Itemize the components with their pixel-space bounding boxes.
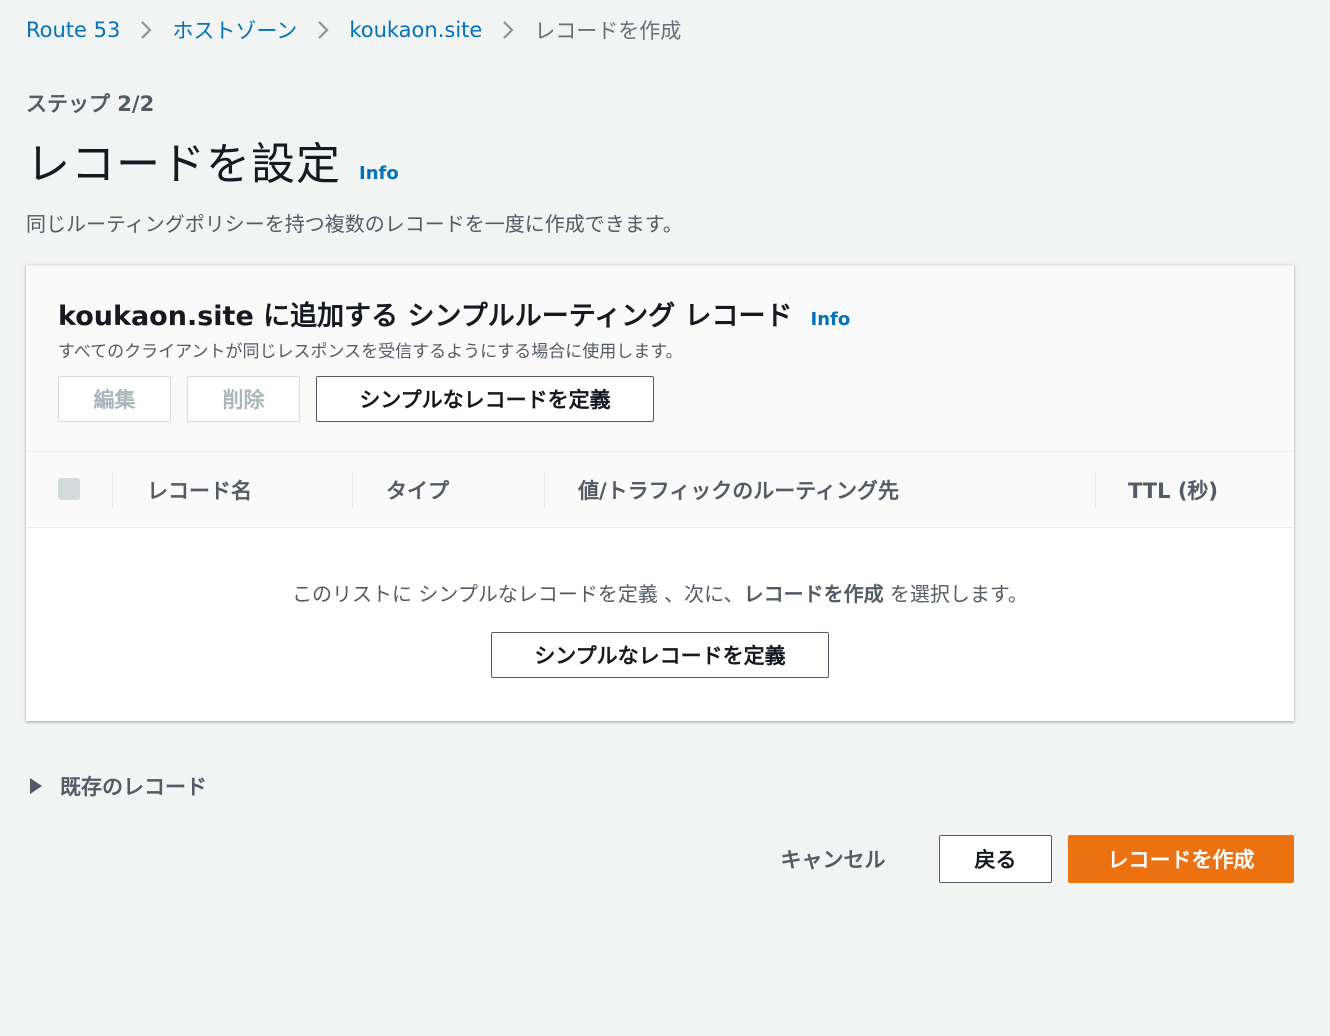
page-title: レコードを設定	[26, 139, 341, 190]
records-panel-header: koukaon.site に追加する シンプルルーティング レコード Info …	[26, 266, 1294, 451]
records-table-header: レコード名 タイプ 値/トラフィックのルーティング先 TTL (秒)	[26, 451, 1294, 528]
existing-records-label: 既存のレコード	[60, 775, 207, 799]
chevron-right-icon	[482, 14, 534, 46]
breadcrumb-route53[interactable]: Route 53	[26, 18, 120, 42]
define-simple-record-empty-button[interactable]: シンプルなレコードを定義	[491, 632, 829, 678]
page-title-row: レコードを設定 Info	[26, 128, 399, 192]
breadcrumb-current: レコードを作成	[534, 19, 682, 43]
delete-button[interactable]: 削除	[187, 376, 300, 422]
column-ttl[interactable]: TTL (秒)	[1128, 452, 1218, 527]
records-panel-description: すべてのクライアントが同じレスポンスを受信するようにする場合に使用します。	[58, 342, 683, 362]
step-indicator: ステップ 2/2	[26, 92, 155, 116]
create-record-page: Route 53 ホストゾーン koukaon.site レコードを作成 ステッ…	[0, 0, 1330, 1036]
chevron-right-icon	[297, 14, 349, 46]
records-panel-title-row: koukaon.site に追加する シンプルルーティング レコード Info	[58, 294, 850, 333]
caret-right-icon	[30, 778, 42, 794]
empty-state-suffix: を選択します。	[883, 582, 1028, 606]
page-info-link[interactable]: Info	[359, 163, 399, 184]
page-description: 同じルーティングポリシーを持つ複数のレコードを一度に作成できます。	[26, 212, 683, 236]
column-value[interactable]: 値/トラフィックのルーティング先	[578, 452, 899, 527]
cancel-button[interactable]: キャンセル	[760, 835, 906, 883]
column-divider	[112, 471, 113, 508]
back-button[interactable]: 戻る	[939, 835, 1052, 883]
chevron-right-icon	[120, 14, 172, 46]
breadcrumb-zone[interactable]: koukaon.site	[349, 18, 482, 42]
empty-state-prefix: このリストに シンプルなレコードを定義 、次に、	[292, 582, 744, 606]
define-simple-record-button[interactable]: シンプルなレコードを定義	[316, 376, 654, 422]
breadcrumb: Route 53 ホストゾーン koukaon.site レコードを作成	[26, 14, 681, 46]
existing-records-toggle[interactable]: 既存のレコード	[30, 771, 207, 801]
column-type[interactable]: タイプ	[386, 452, 449, 527]
records-panel-title: koukaon.site に追加する シンプルルーティング レコード	[58, 301, 793, 332]
empty-state-message: このリストに シンプルなレコードを定義 、次に、レコードを作成 を選択します。	[26, 578, 1294, 607]
select-all-checkbox[interactable]	[58, 478, 80, 500]
empty-state-emphasis: レコードを作成	[743, 582, 884, 606]
column-record-name[interactable]: レコード名	[147, 452, 252, 527]
breadcrumb-hosted-zones[interactable]: ホストゾーン	[172, 15, 297, 45]
create-records-button[interactable]: レコードを作成	[1068, 835, 1294, 883]
column-divider	[1095, 471, 1096, 508]
edit-button[interactable]: 編集	[58, 376, 171, 422]
records-panel: koukaon.site に追加する シンプルルーティング レコード Info …	[26, 265, 1294, 721]
column-divider	[544, 471, 545, 508]
column-divider	[352, 471, 353, 508]
records-panel-info-link[interactable]: Info	[811, 309, 851, 330]
